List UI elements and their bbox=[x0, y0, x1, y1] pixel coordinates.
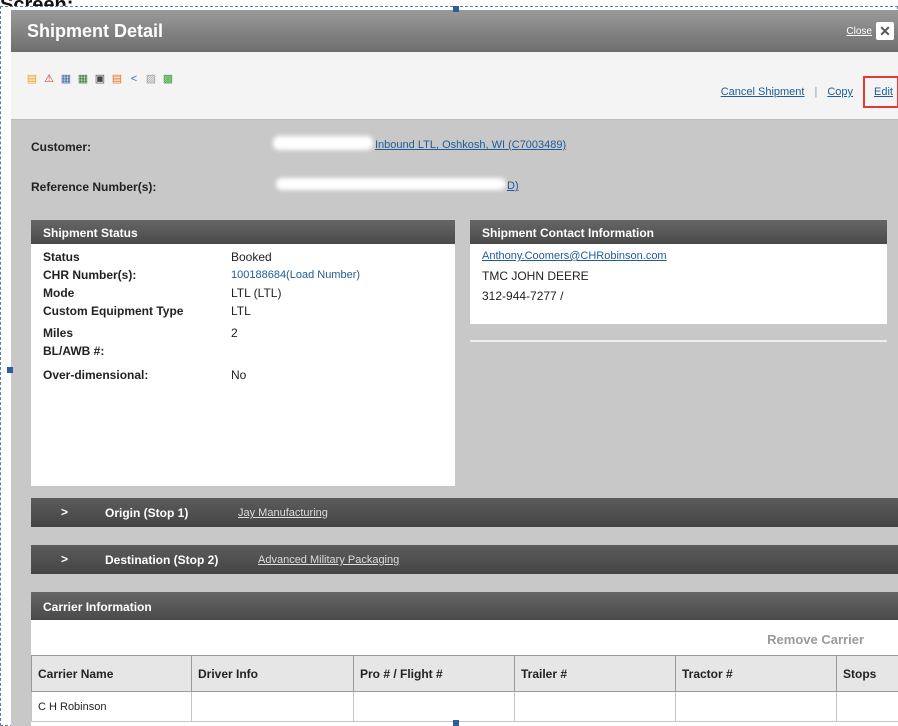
resize-handle[interactable] bbox=[453, 720, 459, 726]
column-header: Driver Info bbox=[191, 655, 354, 692]
origin-label: Origin (Stop 1) bbox=[105, 506, 189, 520]
destination-stop-bar[interactable]: > Destination (Stop 2) Advanced Military… bbox=[31, 545, 898, 574]
resize-handle[interactable] bbox=[453, 6, 459, 12]
destination-location-link[interactable]: Advanced Military Packaging bbox=[258, 554, 399, 566]
status-row: Status Booked bbox=[43, 248, 455, 266]
cancel-shipment-link[interactable]: Cancel Shipment bbox=[721, 86, 805, 98]
warning-icon[interactable]: ⚠ bbox=[42, 72, 56, 86]
divider bbox=[470, 340, 887, 342]
panel-title: Shipment Status bbox=[31, 220, 455, 244]
share-icon[interactable]: < bbox=[127, 72, 141, 86]
column-header: Stops bbox=[836, 655, 898, 692]
titlebar: Shipment Detail Close ✕ bbox=[11, 10, 898, 52]
destination-label: Destination (Stop 2) bbox=[105, 553, 219, 567]
remove-carrier-button[interactable]: Remove Carrier bbox=[767, 632, 864, 647]
chr-number-label: CHR Number(s): bbox=[43, 268, 137, 282]
reference-label: Reference Number(s): bbox=[31, 180, 157, 194]
chevron-right-icon[interactable]: > bbox=[61, 552, 68, 566]
trailer-cell bbox=[514, 691, 676, 722]
customer-value[interactable]: Inbound LTL, Oshkosh, WI (C7003489) bbox=[375, 139, 566, 151]
copy-link[interactable]: Copy bbox=[827, 86, 853, 98]
status-row: Custom Equipment Type LTL bbox=[43, 302, 455, 320]
carrier-name-cell: C H Robinson bbox=[31, 691, 192, 722]
status-row: CHR Number(s): 100188684(Load Number) bbox=[43, 266, 455, 284]
status-value: Booked bbox=[231, 250, 272, 264]
pro-flight-cell bbox=[353, 691, 515, 722]
chr-number-link[interactable]: 100188684(Load Number) bbox=[231, 266, 381, 284]
customer-label: Customer: bbox=[31, 140, 92, 154]
carrier-table: Carrier Name Driver Info Pro # / Flight … bbox=[31, 655, 898, 722]
driver-info-cell bbox=[191, 691, 354, 722]
panel-title: Shipment Contact Information bbox=[470, 220, 887, 244]
mode-label: Mode bbox=[43, 286, 75, 300]
report-icon[interactable]: ▣ bbox=[93, 72, 107, 86]
column-header: Trailer # bbox=[514, 655, 676, 692]
reference-value[interactable]: D) bbox=[507, 180, 519, 192]
print-icon[interactable]: ▨ bbox=[144, 72, 158, 86]
equipment-label: Custom Equipment Type bbox=[43, 304, 184, 318]
close-icon[interactable]: ✕ bbox=[876, 22, 894, 40]
over-dimensional-label: Over-dimensional: bbox=[43, 368, 149, 382]
tractor-cell bbox=[675, 691, 837, 722]
toolbar-icons: ▤ ⚠ ▦ ▦ ▣ ▤ < ▨ ▩ bbox=[25, 72, 175, 86]
mode-value: LTL (LTL) bbox=[231, 286, 282, 300]
shipment-status-panel: Shipment Status Status Booked CHR Number… bbox=[31, 220, 455, 486]
shipment-contact-panel: Shipment Contact Information Anthony.Coo… bbox=[470, 220, 887, 324]
status-row: Miles 2 bbox=[43, 324, 455, 342]
grid-icon[interactable]: ▦ bbox=[76, 72, 90, 86]
stops-cell bbox=[836, 691, 898, 722]
carrier-information-panel: Carrier Information Remove Carrier Carri… bbox=[31, 592, 898, 726]
close-link[interactable]: Close bbox=[846, 26, 872, 37]
redaction-smudge bbox=[276, 178, 506, 190]
edit-highlight: Edit bbox=[863, 76, 898, 108]
bl-awb-value bbox=[231, 342, 381, 360]
over-dimensional-value: No bbox=[231, 368, 247, 382]
contact-phone: 312-944-7277 / bbox=[482, 289, 564, 303]
origin-stop-bar[interactable]: > Origin (Stop 1) Jay Manufacturing bbox=[31, 498, 898, 527]
dialog-title: Shipment Detail bbox=[27, 21, 164, 41]
redaction-smudge bbox=[273, 136, 373, 150]
table-row: C H Robinson bbox=[31, 691, 898, 722]
column-header: Tractor # bbox=[675, 655, 837, 692]
edit-link[interactable]: Edit bbox=[874, 86, 893, 98]
toolbar: ▤ ⚠ ▦ ▦ ▣ ▤ < ▨ ▩ Cancel Shipment | Copy Edit bbox=[11, 52, 898, 120]
toolbar-actions: Cancel Shipment | Copy Edit bbox=[721, 76, 898, 108]
status-row: Over-dimensional: No bbox=[43, 366, 455, 384]
map-icon[interactable]: ▩ bbox=[161, 72, 175, 86]
origin-location-link[interactable]: Jay Manufacturing bbox=[238, 507, 328, 519]
document-icon[interactable]: ▤ bbox=[25, 72, 39, 86]
equipment-value: LTL bbox=[231, 304, 251, 318]
shipment-detail-dialog: Shipment Detail Close ✕ ▤ ⚠ ▦ ▦ ▣ ▤ < ▨ ▩ Cancel… bbox=[11, 10, 898, 726]
panel-title: Carrier Information bbox=[31, 592, 898, 620]
note-icon[interactable]: ▤ bbox=[110, 72, 124, 86]
status-row: Mode LTL (LTL) bbox=[43, 284, 455, 302]
resize-handle[interactable] bbox=[7, 367, 13, 373]
bl-awb-label: BL/AWB #: bbox=[43, 344, 105, 358]
table-header-row: Carrier Name Driver Info Pro # / Flight … bbox=[31, 655, 898, 692]
contact-email-link[interactable]: Anthony.Coomers@CHRobinson.com bbox=[482, 246, 875, 266]
column-header: Pro # / Flight # bbox=[353, 655, 515, 692]
column-header: Carrier Name bbox=[31, 655, 192, 692]
miles-label: Miles bbox=[43, 326, 74, 340]
status-row: BL/AWB #: bbox=[43, 342, 455, 360]
status-label: Status bbox=[43, 250, 80, 264]
separator: | bbox=[814, 86, 818, 98]
miles-value: 2 bbox=[231, 326, 238, 340]
chevron-right-icon[interactable]: > bbox=[61, 505, 68, 519]
contact-company: TMC JOHN DEERE bbox=[482, 269, 589, 283]
list-icon[interactable]: ▦ bbox=[59, 72, 73, 86]
